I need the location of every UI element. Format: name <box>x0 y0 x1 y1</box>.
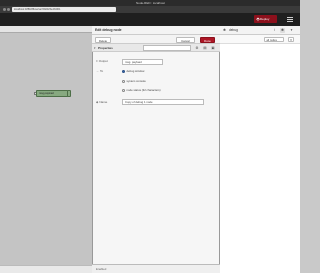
to-option-system-console[interactable]: system console <box>122 79 146 84</box>
arrow-right-icon: → <box>96 69 99 73</box>
debug-node[interactable]: msg.payload <box>36 90 68 97</box>
name-input[interactable]: Copy of debug 1 node <box>122 99 204 105</box>
info-icon[interactable]: i <box>272 28 277 33</box>
name-label: ◆Name <box>96 100 108 104</box>
deploy-label: Deploy <box>260 17 270 21</box>
output-label: ≡Output <box>96 59 108 63</box>
tray-title: Edit debug node <box>92 26 220 35</box>
properties-blank-field <box>143 45 191 51</box>
canvas-footer <box>0 265 92 273</box>
description-icon[interactable]: ▤ <box>203 46 207 50</box>
tag-icon: ◆ <box>96 100 99 104</box>
appearance-icon[interactable]: ▣ <box>211 46 215 50</box>
to-option-debug-window[interactable]: debug window <box>122 69 144 74</box>
done-button[interactable]: Done <box>200 37 215 43</box>
filter-nodes-button[interactable]: all nodes <box>264 37 284 42</box>
gear-icon[interactable]: ⚙ <box>195 46 199 50</box>
url-input[interactable]: localhost:1880/#flow/1a7d9d0c5e4b3f21 <box>12 7 116 12</box>
sidebar <box>220 26 300 273</box>
bug-icon: ✱ <box>222 28 226 32</box>
back-icon[interactable] <box>3 8 6 11</box>
flow-canvas[interactable] <box>0 26 92 265</box>
to-option-node-status[interactable]: node status (32 characters) <box>122 88 161 93</box>
debug-tab-icon[interactable]: ✱ <box>280 28 285 33</box>
deploy-icon <box>255 16 260 21</box>
trash-icon[interactable]: ✕ <box>288 37 294 42</box>
debug-node-toggle[interactable] <box>67 90 71 97</box>
radio-icon[interactable] <box>122 88 125 92</box>
chevron-down-icon[interactable]: ▾ <box>289 28 294 33</box>
flow-tab-bar[interactable] <box>0 26 92 33</box>
list-icon: ≡ <box>96 59 98 63</box>
tray-footer[interactable]: Enabled <box>92 264 220 273</box>
output-field[interactable]: msg. payload <box>122 59 163 65</box>
enabled-toggle-label: Enabled <box>96 267 107 271</box>
delete-button[interactable]: Delete <box>95 37 111 43</box>
radio-icon[interactable] <box>122 69 125 73</box>
collapse-icon[interactable]: ▾ <box>94 44 96 52</box>
radio-icon[interactable] <box>122 79 125 83</box>
properties-label: Properties <box>98 46 113 50</box>
sidebar-tab-debug[interactable]: debug <box>220 26 300 35</box>
main-menu-button[interactable] <box>285 15 295 23</box>
forward-icon[interactable] <box>7 8 10 11</box>
cancel-button[interactable]: Cancel <box>176 37 195 43</box>
deploy-button[interactable]: Deploy <box>254 15 277 23</box>
to-label: →To <box>96 69 104 73</box>
